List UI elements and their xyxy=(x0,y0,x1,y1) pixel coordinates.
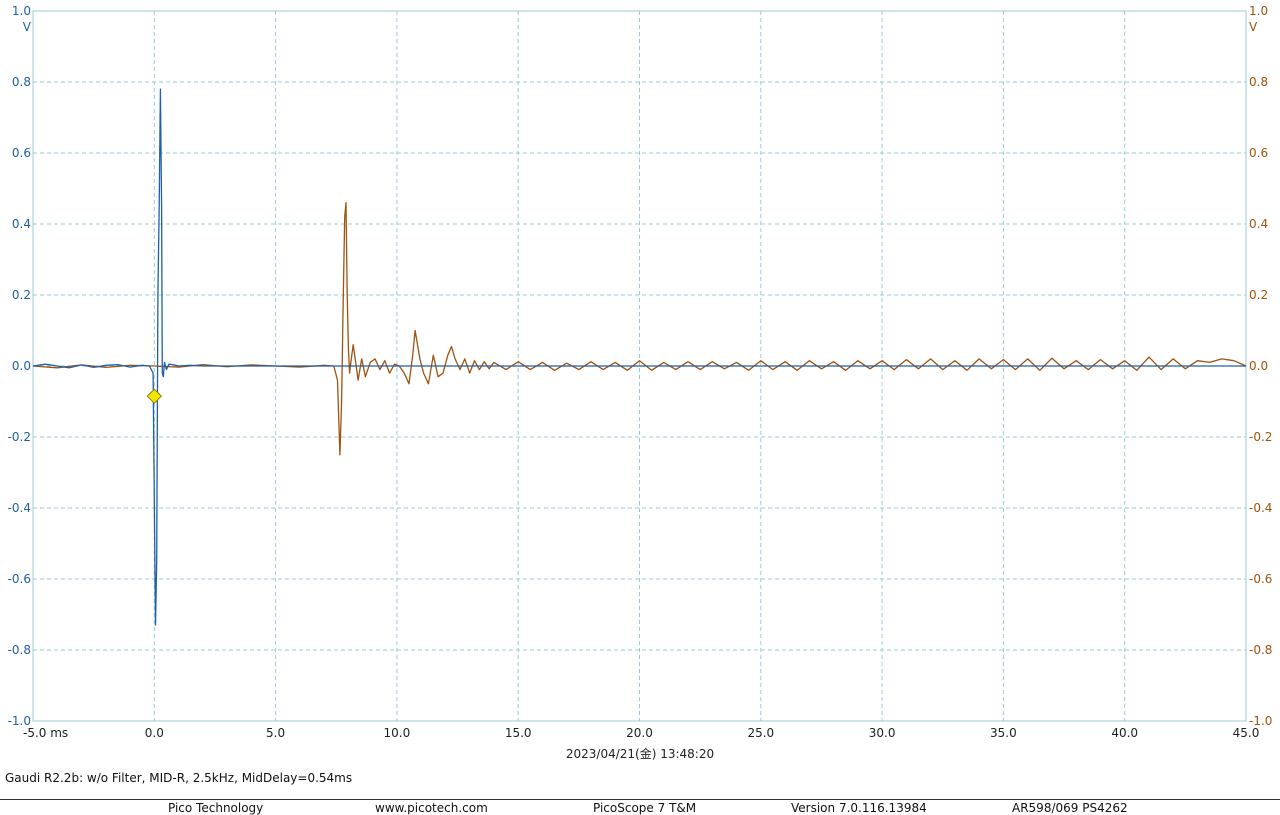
y-axis-right: 1.00.80.60.40.20.0-0.2-0.4-0.6-0.8-1.0V xyxy=(1249,4,1272,728)
x-axis: -5.0 ms 0.0 5.0 10.0 15.0 20.0 25.0 30.0 35.0 40.… xyxy=(23,726,1259,740)
y-tick-label-right: 0.0 xyxy=(1249,359,1268,373)
y-tick-label-right: 0.4 xyxy=(1249,217,1268,231)
y-tick-label-left: 0.2 xyxy=(12,288,31,302)
footer-divider xyxy=(0,799,1280,800)
trigger-marker-diamond[interactable] xyxy=(146,388,163,404)
y-unit-right: V xyxy=(1249,20,1258,34)
oscilloscope-plot: 1.00.80.60.40.20.0-0.2-0.4-0.6-0.8-1.0V … xyxy=(8,4,1273,761)
y-tick-label-left: 0.0 xyxy=(12,359,31,373)
footer-product: PicoScope 7 T&M xyxy=(593,801,697,815)
y-tick-label-left: 0.6 xyxy=(12,146,31,160)
y-tick-label-right: -0.4 xyxy=(1249,501,1272,515)
y-tick-label-right: -0.8 xyxy=(1249,643,1272,657)
y-tick-label-left: -0.8 xyxy=(8,643,31,657)
x-tick-label: 15.0 xyxy=(505,726,532,740)
y-tick-label-right: -0.2 xyxy=(1249,430,1272,444)
footer-company: Pico Technology xyxy=(168,801,264,815)
y-tick-label-left: 0.4 xyxy=(12,217,31,231)
trigger-marker[interactable] xyxy=(146,388,163,404)
x-tick-label: 45.0 xyxy=(1233,726,1260,740)
capture-timestamp: 2023/04/21(金) 13:48:20 xyxy=(566,746,714,761)
x-tick-label: 30.0 xyxy=(869,726,896,740)
y-tick-label-right: 0.6 xyxy=(1249,146,1268,160)
y-tick-label-right: 0.2 xyxy=(1249,288,1268,302)
x-tick-label: 10.0 xyxy=(384,726,411,740)
x-tick-label: -5.0 ms xyxy=(23,726,68,740)
capture-caption: Gaudi R2.2b: w/o Filter, MID-R, 2.5kHz, … xyxy=(5,771,353,785)
footer-version: Version 7.0.116.13984 xyxy=(791,801,927,815)
x-tick-label: 5.0 xyxy=(266,726,285,740)
y-tick-label-left: -0.2 xyxy=(8,430,31,444)
y-tick-label-right: 1.0 xyxy=(1249,4,1268,18)
y-tick-label-left: 0.8 xyxy=(12,75,31,89)
y-tick-label-right: 0.8 xyxy=(1249,75,1268,89)
footer-website: www.picotech.com xyxy=(375,801,488,815)
x-tick-label: 25.0 xyxy=(747,726,774,740)
x-tick-label: 40.0 xyxy=(1111,726,1138,740)
x-tick-label: 35.0 xyxy=(990,726,1017,740)
y-tick-label-left: 1.0 xyxy=(12,4,31,18)
footer-device: AR598/069 PS4262 xyxy=(1012,801,1128,815)
y-tick-label-left: -0.4 xyxy=(8,501,31,515)
x-tick-label: 0.0 xyxy=(145,726,164,740)
y-tick-label-right: -0.6 xyxy=(1249,572,1272,586)
y-unit-left: V xyxy=(23,20,32,34)
x-tick-label: 20.0 xyxy=(626,726,653,740)
y-axis-left: 1.00.80.60.40.20.0-0.2-0.4-0.6-0.8-1.0V xyxy=(8,4,32,728)
y-tick-label-left: -0.6 xyxy=(8,572,31,586)
